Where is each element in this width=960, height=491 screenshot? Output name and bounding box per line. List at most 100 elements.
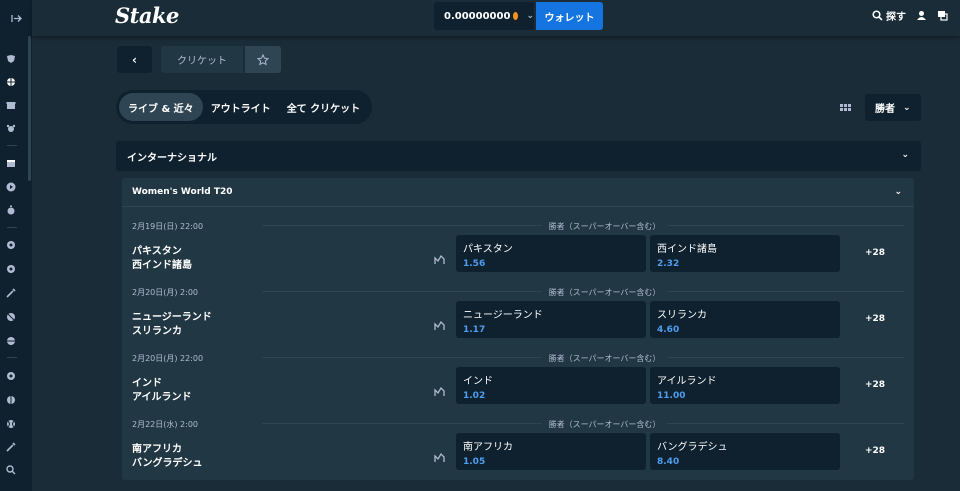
odds-name: スリランカ <box>657 310 707 321</box>
more-markets-link[interactable]: +28 <box>865 380 885 390</box>
stats-icon[interactable] <box>434 250 445 269</box>
odds-button-away[interactable]: スリランカ 4.60 <box>650 301 840 338</box>
odds-name: ニュージーランド <box>463 310 543 321</box>
tab-outrights[interactable]: アウトライト <box>203 93 279 121</box>
row-divider <box>662 357 904 358</box>
market-label: 勝者（スーパーオーバー含む） <box>542 353 667 364</box>
wallet-button[interactable]: ウォレット <box>536 2 603 30</box>
team-home[interactable]: 南アフリカ <box>132 440 182 455</box>
match-row: 2月22日(水) 2:00 勝者（スーパーオーバー含む） 南アフリカ バングラデ… <box>122 416 914 482</box>
odds-price: 1.17 <box>463 325 486 335</box>
more-markets-link[interactable]: +28 <box>865 314 885 324</box>
stats-icon[interactable] <box>434 382 445 401</box>
match-row: 2月20日(月) 2:00 勝者（スーパーオーバー含む） ニュージーランド スリ… <box>122 284 914 350</box>
search-button[interactable]: 探す <box>872 8 906 23</box>
soccer-icon[interactable] <box>6 264 16 274</box>
odds-price: 8.40 <box>657 457 680 467</box>
balance-selector[interactable]: 0.00000000 ⌄ <box>434 2 534 30</box>
chevron-down-icon: ⌄ <box>903 102 911 113</box>
tab-all-cricket[interactable]: 全て クリケット <box>279 93 368 121</box>
logo[interactable]: Stake <box>115 3 179 28</box>
grid-view-icon[interactable] <box>834 96 856 118</box>
ball-icon[interactable] <box>6 77 16 87</box>
stats-icon[interactable] <box>434 448 445 467</box>
group-header[interactable]: インターナショナル ⌄ <box>116 141 921 171</box>
odds-button-home[interactable]: ニュージーランド 1.17 <box>456 301 646 338</box>
odds-name: パキスタン <box>463 244 513 255</box>
ball-icon[interactable] <box>6 312 16 322</box>
chevron-left-icon: ‹ <box>132 52 137 67</box>
odds-button-home[interactable]: パキスタン 1.56 <box>456 235 646 272</box>
calendar-icon[interactable] <box>6 158 16 168</box>
odds-price: 1.05 <box>463 457 486 467</box>
team-away[interactable]: バングラデシュ <box>132 454 203 469</box>
market-label: 勝者（スーパーオーバー含む） <box>542 221 667 232</box>
sidebar-rail <box>0 0 32 491</box>
odds-button-away[interactable]: バングラデシュ 8.40 <box>650 433 840 470</box>
breadcrumb-sport[interactable]: クリケット <box>161 46 243 73</box>
match-row: 2月20日(月) 22:00 勝者（スーパーオーバー含む） インド アイルランド… <box>122 350 914 416</box>
balance-value: 0.00000000 <box>444 10 511 22</box>
topbar-actions: 探す <box>872 0 948 30</box>
sidebar-scrollbar[interactable] <box>28 36 31 181</box>
odds-price: 11.00 <box>657 391 686 401</box>
ball-icon[interactable] <box>6 395 16 405</box>
coin-icon <box>513 12 519 20</box>
odds-name: バングラデシュ <box>657 442 728 453</box>
row-divider <box>662 225 904 226</box>
favourite-button[interactable] <box>245 46 281 73</box>
odds-name: 西インド諸島 <box>657 244 717 255</box>
odds-price: 1.02 <box>463 391 486 401</box>
team-home[interactable]: パキスタン <box>132 242 182 257</box>
search-icon <box>872 9 883 21</box>
odds-button-away[interactable]: アイルランド 11.00 <box>650 367 840 404</box>
user-icon[interactable] <box>916 10 927 21</box>
bat-icon[interactable] <box>6 288 16 298</box>
market-select[interactable]: 勝者 ⌄ <box>865 94 921 121</box>
play-icon[interactable] <box>6 182 16 192</box>
team-away[interactable]: 西インド諸島 <box>132 256 192 271</box>
match-date: 2月20日(月) 22:00 <box>132 354 204 363</box>
search-label: 探す <box>886 11 906 23</box>
stats-icon[interactable] <box>434 316 445 335</box>
more-markets-link[interactable]: +28 <box>865 446 885 456</box>
search-icon[interactable] <box>6 465 16 475</box>
team-home[interactable]: インド <box>132 374 162 389</box>
odds-price: 1.56 <box>463 259 486 269</box>
odds-name: インド <box>463 376 493 387</box>
team-away[interactable]: アイルランド <box>132 388 192 403</box>
odds-button-away[interactable]: 西インド諸島 2.32 <box>650 235 840 272</box>
stopwatch-icon[interactable] <box>6 205 16 215</box>
odds-button-home[interactable]: 南アフリカ 1.05 <box>456 433 646 470</box>
sidebar-toggle-icon[interactable] <box>0 0 32 36</box>
team-away[interactable]: スリランカ <box>132 322 182 337</box>
row-divider <box>662 291 904 292</box>
tab-live-upcoming[interactable]: ライブ & 近々 <box>119 93 203 121</box>
league-panel: Women's World T20 ⌄ 2月19日(日) 22:00 勝者（スー… <box>122 178 914 480</box>
soccer-icon[interactable] <box>6 240 16 250</box>
more-markets-link[interactable]: +28 <box>865 248 885 258</box>
row-divider <box>262 423 552 424</box>
league-header[interactable]: Women's World T20 ⌄ <box>122 178 914 207</box>
chevron-down-icon: ⌄ <box>894 187 902 197</box>
odds-button-home[interactable]: インド 1.02 <box>456 367 646 404</box>
chevron-down-icon: ⌄ <box>526 11 534 21</box>
tennis-icon[interactable] <box>6 419 16 429</box>
gift-icon[interactable] <box>6 100 16 110</box>
bat-icon[interactable] <box>6 442 16 452</box>
row-divider <box>262 225 552 226</box>
match-date: 2月20日(月) 2:00 <box>132 288 199 297</box>
sport-icon[interactable] <box>6 54 16 64</box>
soccer-icon[interactable] <box>6 371 16 381</box>
market-select-value: 勝者 <box>875 104 895 115</box>
match-row: 2月19日(日) 22:00 勝者（スーパーオーバー含む） パキスタン 西インド… <box>122 218 914 284</box>
ball-icon[interactable] <box>6 336 16 346</box>
back-button[interactable]: ‹ <box>117 46 152 73</box>
paw-icon[interactable] <box>6 123 16 133</box>
match-date: 2月19日(日) 22:00 <box>132 222 204 231</box>
row-divider <box>262 291 552 292</box>
team-home[interactable]: ニュージーランド <box>132 308 212 323</box>
chat-icon[interactable] <box>937 10 948 21</box>
market-label: 勝者（スーパーオーバー含む） <box>542 287 667 298</box>
market-label: 勝者（スーパーオーバー含む） <box>542 419 667 430</box>
